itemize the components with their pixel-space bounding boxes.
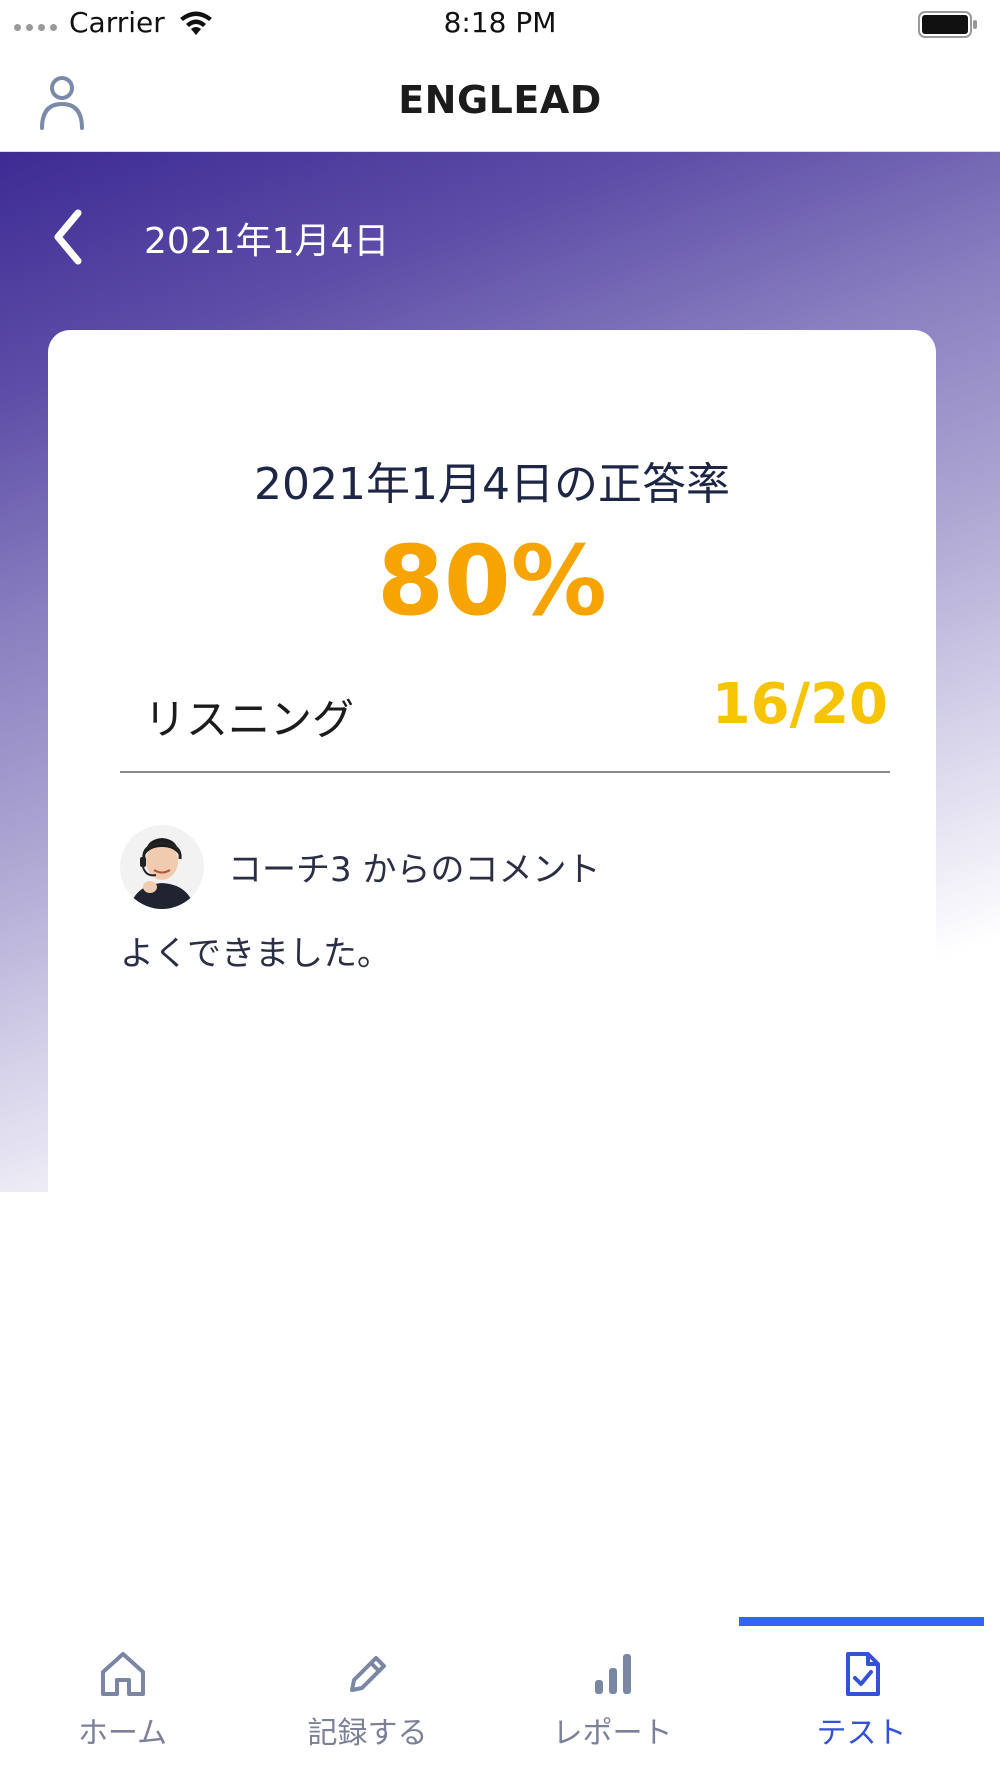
- active-tab-indicator: [739, 1617, 984, 1626]
- coach-comment-label: コーチ3 からのコメント: [228, 850, 601, 890]
- tab-report[interactable]: レポート: [490, 1634, 735, 1764]
- tab-test[interactable]: テスト: [739, 1634, 984, 1764]
- nav-bar: ENGLEAD: [0, 48, 1000, 152]
- coach-avatar: [120, 825, 204, 909]
- tab-home[interactable]: ホーム: [0, 1634, 245, 1764]
- app-title: ENGLEAD: [398, 78, 602, 122]
- tab-record-label: 記録する: [307, 1716, 428, 1751]
- accuracy-heading: 2021年1月4日の正答率: [254, 459, 730, 510]
- tab-report-label: レポート: [552, 1716, 673, 1751]
- tab-record[interactable]: 記録する: [245, 1634, 490, 1764]
- home-icon: [100, 1652, 145, 1696]
- status-time: 8:18 PM: [443, 6, 557, 39]
- screen: Carrier 8:18 PM ENGLEAD 2021年1月4日 2021年1…: [0, 0, 1000, 1778]
- back-chevron-icon[interactable]: [48, 207, 88, 267]
- result-card: 2021年1月4日の正答率 80% リスニング 16/20 コーチ3 からのコメ…: [48, 330, 936, 1530]
- listening-score: 16/20: [711, 672, 888, 737]
- tab-bar: ホーム 記録する レポート テスト: [0, 1612, 1000, 1778]
- battery-icon: [918, 11, 977, 38]
- accuracy-percent: 80%: [377, 525, 607, 637]
- divider: [120, 771, 890, 773]
- bar-chart-icon: [594, 1654, 631, 1694]
- header-date: 2021年1月4日: [144, 221, 390, 262]
- test-document-icon: [845, 1652, 880, 1696]
- tab-home-label: ホーム: [77, 1716, 168, 1751]
- coach-comment-text: よくできました。: [120, 934, 391, 974]
- tab-test-label: テスト: [816, 1716, 907, 1751]
- listening-label: リスニング: [144, 695, 355, 744]
- status-bar: Carrier 8:18 PM: [0, 0, 1000, 48]
- pencil-icon: [349, 1656, 386, 1692]
